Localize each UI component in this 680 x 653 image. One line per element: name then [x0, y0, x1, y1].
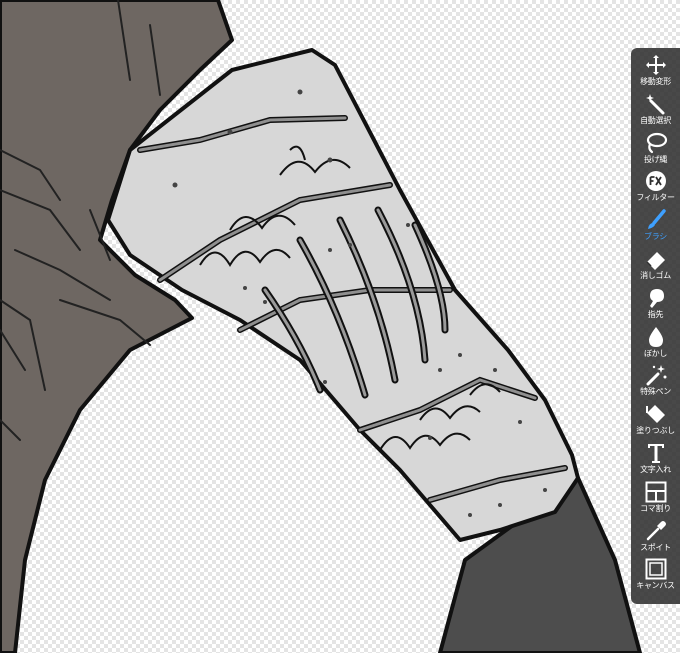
tool-label: 移動変形 [640, 77, 671, 86]
tool-lasso[interactable]: 投げ縄 [631, 131, 680, 170]
tool-label: ぼかし [643, 348, 668, 358]
tool-label: 文字入れ [640, 464, 671, 474]
lasso-icon [646, 132, 667, 153]
special-pen-icon [646, 365, 666, 386]
tool-move[interactable]: 移動変形 [631, 53, 680, 92]
eraser-icon [645, 251, 665, 270]
tool-label: キャンバス [636, 581, 675, 591]
tool-label: 指先 [647, 309, 664, 319]
tool-label: 塗りつぶし [636, 426, 675, 436]
tool-label: ブラシ [644, 232, 667, 242]
move-arrows-icon [645, 55, 666, 75]
fx-icon [645, 171, 666, 192]
frame-divider-icon [645, 481, 666, 503]
tool-fill[interactable]: 塗りつぶし [631, 402, 680, 441]
tool-special-pen[interactable]: 特殊ペン [631, 363, 680, 402]
tool-label: スポイト [640, 542, 671, 552]
tool-label: 投げ縄 [643, 154, 668, 164]
tool-finger[interactable]: 指先 [631, 286, 680, 325]
blur-drop-icon [648, 326, 663, 347]
artwork-illustration [0, 0, 642, 653]
brush-icon [647, 209, 666, 230]
tool-label: 自動選択 [640, 115, 671, 125]
tool-blur[interactable]: ぼかし [631, 325, 680, 364]
tool-brush[interactable]: ブラシ [631, 208, 680, 247]
tool-frame[interactable]: コマ割り [631, 480, 680, 519]
tool-label: フィルター [636, 193, 675, 203]
tool-label: コマ割り [640, 503, 671, 513]
bucket-fill-icon [645, 405, 665, 424]
canvas-icon [645, 558, 666, 580]
finger-smudge-icon [649, 288, 664, 308]
tool-eyedropper[interactable]: スポイト [631, 519, 680, 558]
tool-label: 消しゴム [640, 270, 671, 280]
eyedropper-icon [646, 520, 666, 540]
tool-eraser[interactable]: 消しゴム [631, 247, 680, 286]
tool-text[interactable]: 文字入れ [631, 441, 680, 480]
drawing-canvas[interactable] [0, 0, 680, 653]
tool-canvas[interactable]: キャンバス [631, 557, 680, 596]
magic-wand-icon [645, 93, 664, 115]
text-icon [647, 443, 664, 463]
tool-palette: 移動変形 自動選択 投げ縄 フィルター ブラシ 消しゴム 指先 ぼかし 特殊ペン… [631, 48, 680, 604]
tool-filter[interactable]: フィルター [631, 169, 680, 208]
tool-magic-wand[interactable]: 自動選択 [631, 92, 680, 131]
tool-label: 特殊ペン [640, 387, 671, 397]
